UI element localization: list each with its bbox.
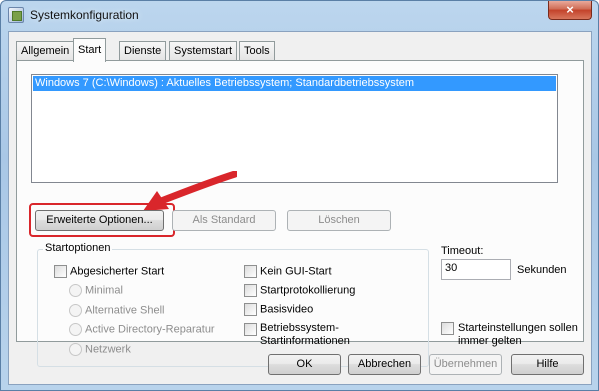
- permanent-settings-label: Starteinstellungen sollen immer gelten: [458, 322, 578, 347]
- checkbox-icon: [244, 284, 257, 297]
- network-radio[interactable]: Netzwerk: [69, 343, 131, 357]
- title-bar[interactable]: Systemkonfiguration ×: [1, 1, 598, 31]
- safe-boot-checkbox[interactable]: Abgesicherter Start: [54, 265, 164, 279]
- dialog-body: Allgemein Start Dienste Systemstart Tool…: [8, 31, 592, 385]
- timeout-unit: Sekunden: [517, 264, 567, 276]
- os-boot-info-checkbox[interactable]: [244, 323, 260, 337]
- no-gui-boot-checkbox[interactable]: Kein GUI-Start: [244, 265, 332, 279]
- app-icon: [8, 7, 24, 23]
- window: Systemkonfiguration × Allgemein Start Di…: [0, 0, 599, 391]
- checkbox-icon: [244, 303, 257, 316]
- tab-panel-start: Windows 7 (C:\Windows) : Aktuelles Betri…: [16, 60, 584, 367]
- boot-log-checkbox[interactable]: Startprotokollierung: [244, 284, 355, 298]
- start-options-title: Startoptionen: [43, 242, 113, 254]
- tab-tools[interactable]: Tools: [239, 41, 275, 61]
- os-list-item[interactable]: Windows 7 (C:\Windows) : Aktuelles Betri…: [33, 76, 556, 91]
- checkbox-icon: [244, 265, 257, 278]
- tab-dienste[interactable]: Dienste: [119, 41, 167, 61]
- base-video-checkbox[interactable]: Basisvideo: [244, 303, 313, 317]
- checkbox-icon: [54, 265, 67, 278]
- ad-repair-radio[interactable]: Active Directory-Reparatur: [69, 323, 215, 337]
- minimal-radio[interactable]: Minimal: [69, 284, 123, 298]
- apply-button[interactable]: Übernehmen: [429, 354, 502, 375]
- delete-button[interactable]: Löschen: [287, 210, 391, 231]
- tab-start[interactable]: Start: [73, 38, 107, 62]
- close-button[interactable]: ×: [548, 1, 592, 20]
- help-button[interactable]: Hilfe: [511, 354, 584, 375]
- timeout-input[interactable]: 30: [441, 259, 511, 280]
- radio-icon: [69, 304, 82, 317]
- tab-systemstart[interactable]: Systemstart: [169, 41, 238, 61]
- os-list[interactable]: Windows 7 (C:\Windows) : Aktuelles Betri…: [31, 74, 558, 183]
- window-title: Systemkonfiguration: [30, 8, 139, 22]
- radio-icon: [69, 284, 82, 297]
- start-options-group: Startoptionen Abgesicherter Start Minima…: [37, 242, 429, 367]
- cancel-button[interactable]: Abbrechen: [348, 354, 421, 375]
- alternative-shell-radio[interactable]: Alternative Shell: [69, 304, 165, 318]
- set-default-button[interactable]: Als Standard: [172, 210, 276, 231]
- ok-button[interactable]: OK: [268, 354, 341, 375]
- checkbox-icon: [441, 322, 454, 335]
- timeout-label: Timeout:: [441, 245, 484, 257]
- radio-icon: [69, 323, 82, 336]
- tab-allgemein[interactable]: Allgemein: [16, 41, 75, 61]
- checkbox-icon: [244, 323, 257, 336]
- radio-icon: [69, 343, 82, 356]
- os-boot-info-label: Betriebssystem- Startinformationen: [260, 322, 350, 347]
- advanced-options-button[interactable]: Erweiterte Optionen...: [35, 210, 164, 231]
- permanent-settings-checkbox[interactable]: [441, 322, 457, 336]
